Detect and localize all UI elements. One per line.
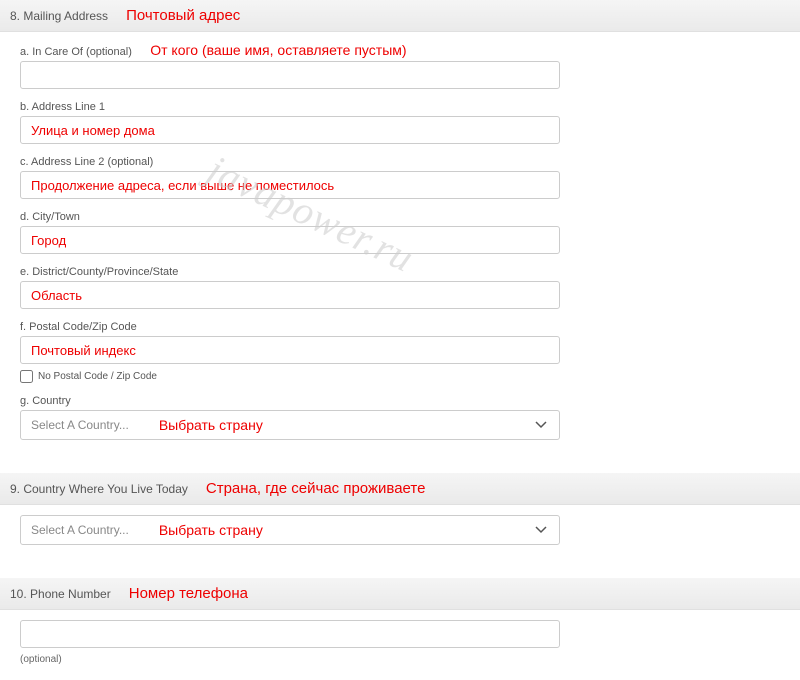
section-9-annotation: Страна, где сейчас проживаете bbox=[206, 480, 426, 497]
input-address-2[interactable] bbox=[20, 171, 560, 199]
section-8-body: a. In Care Of (optional) От кого (ваше и… bbox=[0, 32, 800, 455]
section-10-annotation: Номер телефона bbox=[129, 585, 248, 602]
label-city: d. City/Town bbox=[20, 211, 80, 223]
label-postal: f. Postal Code/Zip Code bbox=[20, 321, 137, 333]
label-address-2: c. Address Line 2 (optional) bbox=[20, 156, 153, 168]
select-country-live-annotation: Выбрать страну bbox=[159, 522, 263, 538]
annotation-in-care-of: От кого (ваше имя, оставляете пустым) bbox=[150, 42, 406, 58]
label-address-1: b. Address Line 1 bbox=[20, 101, 105, 113]
input-phone[interactable] bbox=[20, 620, 560, 648]
section-8-title: 8. Mailing Address bbox=[10, 9, 108, 23]
input-city[interactable] bbox=[20, 226, 560, 254]
label-district: e. District/County/Province/State bbox=[20, 266, 178, 278]
field-city: d. City/Town bbox=[20, 209, 780, 254]
input-district[interactable] bbox=[20, 281, 560, 309]
section-9-header: 9. Country Where You Live Today Страна, … bbox=[0, 473, 800, 505]
section-10-body: (optional) bbox=[0, 610, 800, 680]
field-address-2: c. Address Line 2 (optional) bbox=[20, 154, 780, 199]
section-10-header: 10. Phone Number Номер телефона bbox=[0, 578, 800, 610]
section-8-header: 8. Mailing Address Почтовый адрес bbox=[0, 0, 800, 32]
no-postal-label: No Postal Code / Zip Code bbox=[38, 371, 157, 382]
section-8-annotation: Почтовый адрес bbox=[126, 7, 240, 24]
field-address-1: b. Address Line 1 bbox=[20, 99, 780, 144]
field-postal: f. Postal Code/Zip Code No Postal Code /… bbox=[20, 319, 780, 383]
field-country: g. Country Select A Country... Выбрать с… bbox=[20, 393, 780, 440]
select-country-live-placeholder: Select A Country... bbox=[31, 523, 129, 537]
input-in-care-of[interactable] bbox=[20, 61, 560, 89]
section-9-title: 9. Country Where You Live Today bbox=[10, 482, 188, 496]
no-postal-checkbox[interactable] bbox=[20, 370, 33, 383]
select-country-placeholder: Select A Country... bbox=[31, 418, 129, 432]
input-postal[interactable] bbox=[20, 336, 560, 364]
select-country[interactable]: Select A Country... Выбрать страну bbox=[20, 410, 560, 440]
label-country: g. Country bbox=[20, 395, 71, 407]
field-in-care-of: a. In Care Of (optional) От кого (ваше и… bbox=[20, 42, 780, 89]
field-district: e. District/County/Province/State bbox=[20, 264, 780, 309]
label-in-care-of: a. In Care Of (optional) bbox=[20, 46, 132, 58]
chevron-down-icon bbox=[535, 523, 547, 537]
select-country-annotation: Выбрать страну bbox=[159, 417, 263, 433]
section-9-body: Select A Country... Выбрать страну bbox=[0, 505, 800, 560]
input-address-1[interactable] bbox=[20, 116, 560, 144]
chevron-down-icon bbox=[535, 418, 547, 432]
select-country-live[interactable]: Select A Country... Выбрать страну bbox=[20, 515, 560, 545]
no-postal-row: No Postal Code / Zip Code bbox=[20, 370, 780, 383]
section-10-title: 10. Phone Number bbox=[10, 587, 111, 601]
phone-optional-note: (optional) bbox=[20, 654, 780, 665]
